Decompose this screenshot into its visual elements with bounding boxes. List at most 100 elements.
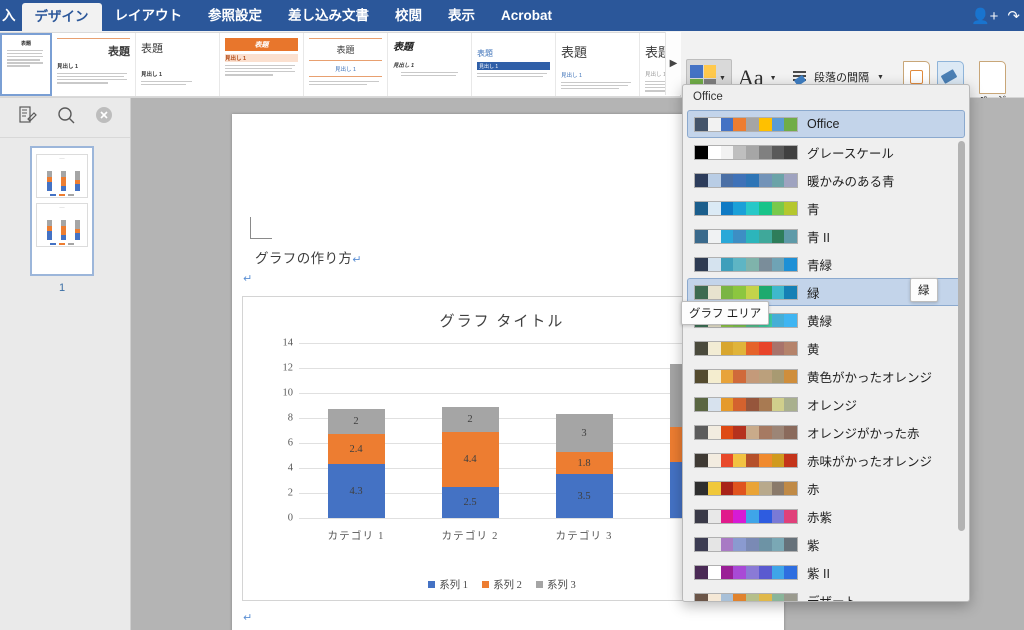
- theme-swatch: [771, 201, 785, 215]
- theme-swatch: [758, 341, 772, 355]
- theme-color-item-4[interactable]: 青 II: [687, 222, 965, 250]
- chevron-down-icon[interactable]: ▼: [770, 75, 777, 82]
- style-card-lines: [561, 82, 634, 90]
- legend-key: [428, 581, 436, 588]
- theme-color-item-11[interactable]: オレンジがかった赤: [687, 418, 965, 446]
- theme-swatch: [746, 537, 759, 551]
- theme-color-item-15[interactable]: 紫: [687, 530, 965, 558]
- add-person-icon[interactable]: 👤+: [971, 7, 998, 25]
- style-gallery[interactable]: 表題 表題 見出し 1 表題 見出し 1 表題 見出し 1 表題 見出し 1 表…: [0, 32, 681, 97]
- style-card-2[interactable]: 表題 見出し 1: [136, 33, 220, 96]
- style-card-0[interactable]: 表題: [0, 33, 52, 96]
- style-card-title: 表題: [141, 43, 163, 55]
- stacked-bar[interactable]: 2 2.4 4.3: [327, 409, 385, 518]
- bar-segment[interactable]: 4.3: [327, 464, 385, 518]
- bar-segment[interactable]: 3: [555, 414, 613, 452]
- style-card-3[interactable]: 表題 見出し 1: [220, 33, 304, 96]
- style-card-1[interactable]: 表題 見出し 1: [52, 33, 136, 96]
- page-thumbnail-1[interactable]: —— ——: [30, 146, 94, 276]
- titlebar-right-icons: 👤+ ↷: [971, 0, 1024, 31]
- theme-color-item-3[interactable]: 青: [687, 194, 965, 222]
- chart-category-column[interactable]: 2 2.4 4.3 カテゴリ 1: [299, 343, 413, 542]
- theme-swatch: [707, 173, 721, 187]
- theme-color-item-0[interactable]: Office: [687, 110, 965, 138]
- theme-swatch: [746, 593, 759, 601]
- style-card-6[interactable]: 表題 見出し 1: [472, 33, 556, 96]
- dropdown-scrollbar-thumb[interactable]: [958, 141, 965, 531]
- bar-segment[interactable]: 1.8: [555, 451, 613, 475]
- search-icon[interactable]: [56, 105, 76, 130]
- theme-name-label: デザート: [807, 591, 857, 602]
- style-card-banner: 表題: [225, 38, 298, 51]
- document-heading-1[interactable]: グラフの作り方↵: [255, 247, 362, 267]
- theme-color-item-8[interactable]: 黄: [687, 334, 965, 362]
- margin-corner-mark: [250, 217, 272, 239]
- ribbon-tab-2[interactable]: レイアウト: [102, 2, 196, 31]
- theme-color-list[interactable]: Office グレースケール 暖かみのある青青青 II 青緑緑黄緑黄黄色がかったオレン…: [683, 110, 969, 601]
- theme-swatch: [784, 117, 797, 131]
- style-card-5[interactable]: 表題 見出し 1: [388, 33, 472, 96]
- theme-swatch: [784, 173, 797, 187]
- theme-color-item-14[interactable]: 赤紫: [687, 502, 965, 530]
- bar-segment[interactable]: 2.5: [441, 486, 499, 518]
- theme-color-item-5[interactable]: 青緑: [687, 250, 965, 278]
- theme-swatch: [746, 117, 759, 131]
- theme-swatch: [746, 453, 759, 467]
- ribbon-tab-3[interactable]: 参照設定: [195, 2, 275, 31]
- style-card-lines: [477, 73, 550, 78]
- style-gallery-more-button[interactable]: ▶: [665, 32, 681, 95]
- ribbon-tab-6[interactable]: 表示: [435, 2, 488, 31]
- chevron-down-icon[interactable]: ▼: [719, 75, 726, 82]
- theme-color-item-16[interactable]: 紫 II: [687, 558, 965, 586]
- ribbon-tab-7[interactable]: Acrobat: [488, 2, 565, 31]
- bar-segment[interactable]: 2: [441, 406, 499, 432]
- theme-color-item-17[interactable]: デザート: [687, 586, 965, 601]
- document-edit-icon[interactable]: [17, 105, 38, 130]
- theme-swatch: [733, 509, 746, 523]
- y-axis-tick: 4: [287, 462, 293, 474]
- style-card-7[interactable]: 表題 見出し 1: [556, 33, 640, 96]
- theme-color-item-12[interactable]: 赤味がかったオレンジ: [687, 446, 965, 474]
- style-card-lines: [393, 72, 466, 77]
- ribbon-tab-5[interactable]: 校閲: [382, 2, 435, 31]
- paragraph-spacing-button[interactable]: 段落の間隔 ▼: [793, 69, 884, 87]
- theme-swatch: [746, 145, 759, 159]
- y-axis-tick: 14: [282, 337, 294, 349]
- theme-color-item-13[interactable]: 赤: [687, 474, 965, 502]
- dropdown-scrollbar[interactable]: [958, 141, 965, 561]
- theme-name-label: 紫 II: [807, 566, 830, 581]
- chart-category-column[interactable]: 3 1.8 3.5 カテゴリ 3: [527, 343, 641, 542]
- ribbon-tab-4[interactable]: 差し込み文書: [275, 2, 382, 31]
- ribbon-tab-0[interactable]: 入: [0, 2, 22, 31]
- theme-swatch: [707, 453, 721, 467]
- theme-swatch: [746, 481, 759, 495]
- share-icon[interactable]: ↷: [1007, 7, 1020, 25]
- chart-category-column[interactable]: 2 4.4 2.5 カテゴリ 2: [413, 343, 527, 542]
- bar-segment[interactable]: 2: [327, 409, 385, 435]
- bar-segment[interactable]: 4.4: [441, 431, 499, 487]
- close-circle-icon[interactable]: [95, 106, 113, 129]
- thumbnail-chart-title: ——: [59, 205, 65, 209]
- stacked-bar[interactable]: 3 1.8 3.5: [555, 414, 613, 518]
- stacked-bar[interactable]: 2 4.4 2.5: [441, 406, 499, 518]
- legend-entry[interactable]: 系列 2: [482, 577, 522, 592]
- theme-swatch: [746, 201, 759, 215]
- bar-segment[interactable]: 3.5: [555, 474, 613, 518]
- theme-name-label: 赤: [807, 482, 820, 497]
- theme-color-item-1[interactable]: グレースケール: [687, 138, 965, 166]
- legend-entry[interactable]: 系列 1: [428, 577, 468, 592]
- theme-color-item-2[interactable]: 暖かみのある青: [687, 166, 965, 194]
- theme-swatch: [733, 593, 746, 601]
- ribbon-tab-1[interactable]: デザイン: [21, 3, 102, 31]
- theme-swatch: [771, 229, 785, 243]
- theme-name-label: 赤紫: [807, 510, 833, 525]
- bar-segment[interactable]: 2.4: [327, 434, 385, 465]
- theme-color-item-10[interactable]: オレンジ: [687, 390, 965, 418]
- theme-name-label: オレンジ: [807, 398, 858, 413]
- legend-entry[interactable]: 系列 3: [535, 577, 576, 592]
- theme-colors-dropdown[interactable]: Office Office グレースケール 暖かみのある青青青 II 青緑緑黄緑黄黄色…: [682, 84, 970, 602]
- style-card-4[interactable]: 表題 見出し 1: [304, 33, 388, 96]
- chevron-down-icon[interactable]: ▼: [877, 74, 884, 81]
- theme-swatch: [758, 229, 772, 243]
- theme-color-item-9[interactable]: 黄色がかったオレンジ: [687, 362, 965, 390]
